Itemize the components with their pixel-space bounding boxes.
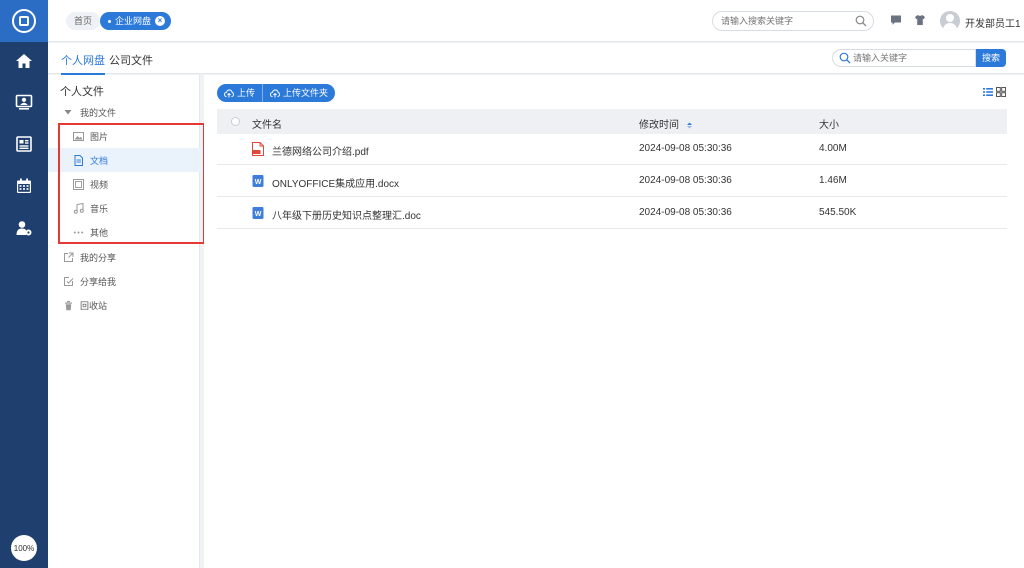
grid-view-icon[interactable] xyxy=(996,87,1006,97)
sort-icon[interactable] xyxy=(686,122,693,129)
file-category-sidebar: 个人文件 我的文件 图片 文档 视频 音乐 其他 我的分享 分享给我 回收站 xyxy=(48,75,200,568)
news-nav-button[interactable] xyxy=(0,124,48,164)
word-file-icon: W xyxy=(252,207,264,219)
sidebar-item-label: 音乐 xyxy=(90,203,109,214)
active-tab-label: 企业网盘 xyxy=(115,16,152,26)
sidebar-item-others[interactable]: 其他 xyxy=(48,220,200,244)
user-avatar[interactable] xyxy=(940,11,960,31)
zoom-level-badge[interactable]: 100% xyxy=(11,535,37,561)
svg-text:W: W xyxy=(255,211,262,218)
share-icon xyxy=(62,251,74,263)
sidebar-title: 个人文件 xyxy=(60,86,104,98)
active-dot-icon xyxy=(108,19,111,23)
file-size: 545.50K xyxy=(819,207,857,218)
word-file-icon: W xyxy=(252,175,264,187)
tab-personal-disk[interactable]: 个人网盘 xyxy=(61,52,105,75)
global-search-box xyxy=(712,11,874,31)
file-name[interactable]: ONLYOFFICE集成应用.docx xyxy=(272,175,399,190)
sidebar-item-recycle-bin[interactable]: 回收站 xyxy=(48,293,200,317)
file-modified: 2024-09-08 05:30:36 xyxy=(639,143,732,154)
shared-check-icon xyxy=(62,275,74,287)
upload-button[interactable]: 上传 xyxy=(217,84,262,102)
more-icon xyxy=(72,226,84,238)
table-header: 文件名 修改时间 大小 xyxy=(217,109,1007,134)
sidebar-item-shared-with-me[interactable]: 分享给我 xyxy=(48,269,200,293)
username-label[interactable]: 开发部员工1 xyxy=(965,15,1021,30)
column-header-name[interactable]: 文件名 xyxy=(252,116,282,131)
global-search-input[interactable] xyxy=(721,12,851,30)
message-icon[interactable] xyxy=(890,14,902,26)
calendar-icon xyxy=(17,178,31,193)
tab-company-files[interactable]: 公司文件 xyxy=(109,52,153,73)
top-bar: 首页 企业网盘 × 开发部员工1 xyxy=(48,0,1024,42)
upload-button-label: 上传 xyxy=(237,88,256,98)
breadcrumb-home-tab[interactable]: 首页 xyxy=(66,12,101,30)
column-header-label: 修改时间 xyxy=(639,120,679,131)
sidebar-item-images[interactable]: 图片 xyxy=(48,124,200,148)
file-size: 1.46M xyxy=(819,175,847,186)
image-icon xyxy=(72,130,84,142)
sidebar-item-label: 分享给我 xyxy=(80,276,117,287)
document-icon xyxy=(72,154,84,166)
logo-icon xyxy=(12,9,36,33)
upload-folder-button[interactable]: 上传文件夹 xyxy=(262,84,335,102)
select-all-checkbox[interactable] xyxy=(231,117,240,126)
file-name[interactable]: 兰德网络公司介绍.pdf xyxy=(272,143,369,158)
caret-down-icon xyxy=(62,106,74,118)
skin-theme-icon[interactable] xyxy=(914,14,926,26)
close-tab-icon[interactable]: × xyxy=(155,16,166,26)
table-row[interactable]: 兰德网络公司介绍.pdf 2024-09-08 05:30:36 4.00M xyxy=(217,134,1007,165)
list-view-icon[interactable] xyxy=(983,87,993,97)
left-nav-rail: 100% xyxy=(0,0,48,568)
search-icon[interactable] xyxy=(855,15,867,27)
app-logo[interactable] xyxy=(0,0,48,42)
file-modified: 2024-09-08 05:30:36 xyxy=(639,175,732,186)
upload-folder-button-label: 上传文件夹 xyxy=(283,88,329,98)
file-size: 4.00M xyxy=(819,143,847,154)
sidebar-item-music[interactable]: 音乐 xyxy=(48,196,200,220)
sidebar-item-videos[interactable]: 视频 xyxy=(48,172,200,196)
sidebar-item-label: 我的分享 xyxy=(80,252,117,263)
table-row[interactable]: W ONLYOFFICE集成应用.docx 2024-09-08 05:30:3… xyxy=(217,166,1007,197)
sidebar-item-my-files[interactable]: 我的文件 xyxy=(48,100,200,124)
user-card-icon xyxy=(15,94,33,110)
home-nav-button[interactable] xyxy=(0,41,48,81)
column-header-modified[interactable]: 修改时间 xyxy=(639,116,693,131)
svg-text:W: W xyxy=(255,179,262,186)
search-button[interactable]: 搜索 xyxy=(976,49,1006,67)
sidebar-item-label: 视频 xyxy=(90,179,109,190)
file-list-panel: 上传 上传文件夹 文件名 修改时间 大小 兰德网络公司介绍.pdf 2024-0… xyxy=(204,75,1024,568)
file-search-input[interactable] xyxy=(853,50,968,66)
video-icon xyxy=(72,178,84,190)
sidebar-item-label: 其他 xyxy=(90,227,109,238)
file-modified: 2024-09-08 05:30:36 xyxy=(639,207,732,218)
news-icon xyxy=(16,136,32,152)
sidebar-item-documents[interactable]: 文档 xyxy=(48,148,200,172)
contacts-nav-button[interactable] xyxy=(0,82,48,122)
cloud-upload-icon xyxy=(224,89,234,97)
sidebar-item-label: 文档 xyxy=(90,155,109,166)
music-icon xyxy=(72,202,84,214)
sidebar-item-label: 我的文件 xyxy=(80,107,117,118)
file-search-box xyxy=(832,49,976,67)
sidebar-item-my-share[interactable]: 我的分享 xyxy=(48,245,200,269)
home-icon xyxy=(16,54,32,68)
user-settings-icon xyxy=(16,221,32,236)
search-icon xyxy=(839,52,851,64)
upload-button-group: 上传 上传文件夹 xyxy=(217,84,336,102)
calendar-nav-button[interactable] xyxy=(0,166,48,206)
pdf-file-icon xyxy=(252,142,264,156)
table-row[interactable]: W 八年级下册历史知识点整理汇.doc 2024-09-08 05:30:36 … xyxy=(217,198,1007,229)
sidebar-item-label: 图片 xyxy=(90,131,109,142)
file-name[interactable]: 八年级下册历史知识点整理汇.doc xyxy=(272,207,421,222)
disk-tabs-bar: 个人网盘 公司文件 搜索 xyxy=(48,43,1024,75)
breadcrumb-active-tab[interactable]: 企业网盘 × xyxy=(100,12,172,30)
sidebar-item-label: 回收站 xyxy=(80,300,108,311)
trash-icon xyxy=(62,299,74,311)
column-header-size[interactable]: 大小 xyxy=(819,116,839,131)
user-settings-nav-button[interactable] xyxy=(0,208,48,248)
cloud-upload-icon xyxy=(270,89,280,97)
